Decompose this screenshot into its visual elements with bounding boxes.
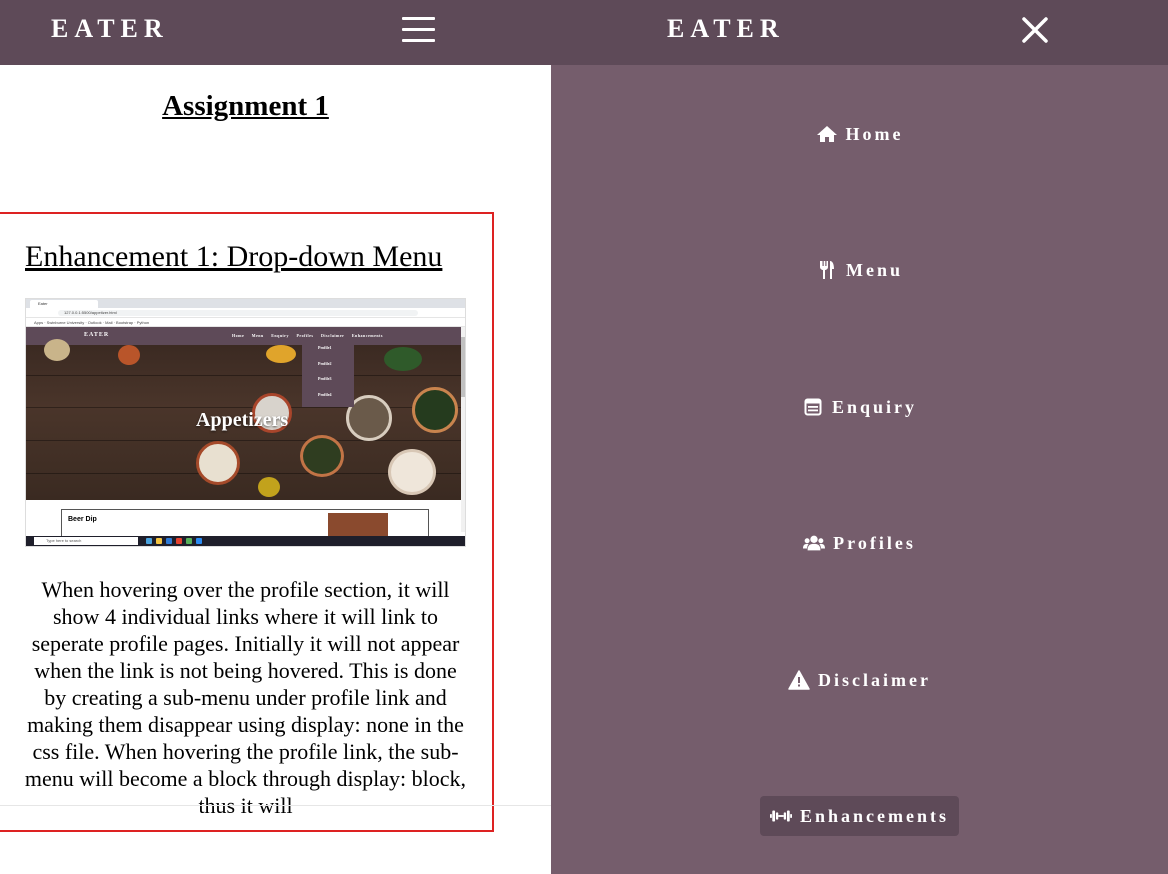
menu-item-label: Enquiry	[831, 396, 918, 417]
menu-item-label: Disclaimer	[818, 669, 931, 690]
menu-item-disclaimer[interactable]: Disclaimer	[551, 660, 1168, 700]
screenshot-hero: Appetizers	[26, 339, 463, 500]
menu-item-enhancements[interactable]: Enhancements	[551, 796, 1168, 836]
menu-item-enquiry[interactable]: Enquiry	[551, 387, 1168, 427]
menu-item-menu[interactable]: Menu	[551, 250, 1168, 290]
utensils-icon	[816, 260, 838, 280]
card-title: Enhancement 1: Drop-down Menu	[25, 240, 443, 273]
dumbbell-icon	[769, 806, 792, 826]
users-icon	[803, 533, 826, 553]
screenshot-dropdown: Profile1 Profile2 Profile3 Profile4	[302, 345, 354, 407]
footer-divider	[0, 805, 551, 806]
top-nav-bar: EATER	[0, 0, 551, 65]
side-menu-overlay: EATER Home Menu Enquiry Profiles Disclai…	[551, 0, 1168, 874]
menu-item-home[interactable]: Home	[551, 114, 1168, 154]
menu-item-label: Home	[845, 123, 904, 144]
menu-item-profiles[interactable]: Profiles	[551, 523, 1168, 563]
menu-item-label: Menu	[846, 259, 903, 280]
screenshot-nav: EATER Home Menu Enquiry Profiles Disclai…	[26, 327, 465, 345]
form-icon	[802, 397, 824, 417]
menu-brand-logo[interactable]: EATER	[667, 14, 785, 44]
screenshot-taskbar: Type here to search	[26, 536, 465, 546]
enhancement-screenshot: Eater 127.0.0.1:5500/appetizer.html Apps…	[25, 298, 466, 547]
enhancement-card: Enhancement 1: Drop-down Menu Eater 127.…	[0, 212, 494, 832]
left-page: EATER Assignment 1 Enhancement 1: Drop-d…	[0, 0, 551, 874]
brand-logo[interactable]: EATER	[51, 14, 169, 44]
close-icon[interactable]	[1021, 16, 1049, 44]
menu-header: EATER	[551, 0, 1168, 65]
hamburger-menu-icon[interactable]	[402, 17, 435, 43]
menu-item-label: Enhancements	[799, 805, 949, 826]
page-title: Assignment 1	[162, 90, 329, 122]
home-icon	[816, 124, 838, 144]
card-description: When hovering over the profile section, …	[24, 577, 467, 818]
warning-icon	[788, 670, 810, 690]
menu-item-label: Profiles	[833, 532, 916, 553]
